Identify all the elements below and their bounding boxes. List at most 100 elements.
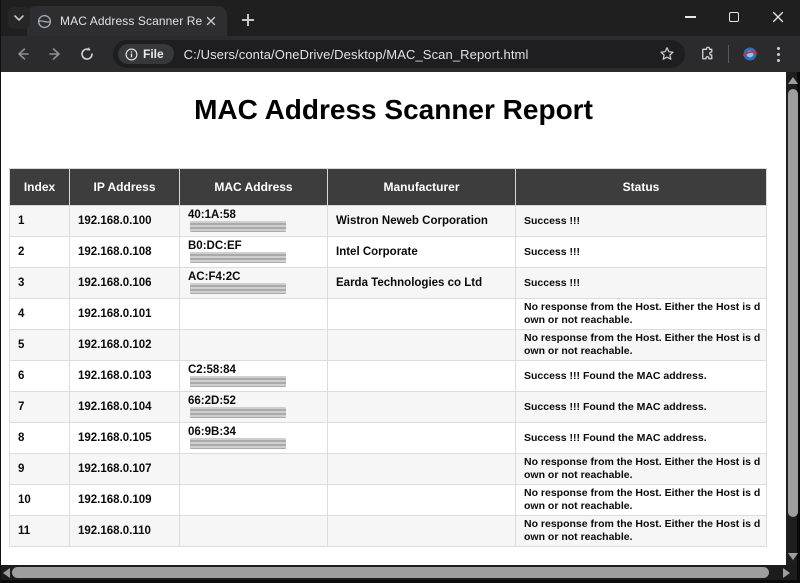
mac-redaction-bar [190, 252, 286, 263]
toolbar-separator [728, 45, 729, 63]
cell-ip-address: 192.168.0.105 [70, 423, 180, 454]
vertical-scrollbar-thumb[interactable] [788, 89, 798, 517]
table-row: 9 192.168.0.107 No response from the Hos… [10, 454, 767, 485]
cell-mac-address: 40:1A:58 [180, 206, 328, 237]
forward-button[interactable] [41, 40, 69, 68]
reload-icon [79, 46, 95, 62]
new-tab-button[interactable] [235, 7, 261, 33]
cell-mac-address [180, 516, 328, 547]
forward-arrow-icon [47, 46, 63, 62]
mac-prefix: 40:1A:58 [188, 209, 236, 221]
extensions-button[interactable] [693, 40, 721, 68]
cell-ip-address: 192.168.0.101 [70, 299, 180, 330]
cell-mac-address [180, 330, 328, 361]
cell-ip-address: 192.168.0.106 [70, 268, 180, 299]
info-icon [125, 48, 138, 61]
extension-avatar-button[interactable] [736, 40, 764, 68]
cell-status: Success !!! [516, 206, 767, 237]
cell-mac-address: C2:58:84 [180, 361, 328, 392]
horizontal-scrollbar-thumb[interactable] [12, 567, 769, 578]
toolbar-right-cluster [693, 40, 792, 68]
globe-favicon-icon [37, 14, 52, 29]
reload-button[interactable] [73, 40, 101, 68]
scroll-up-arrow-icon[interactable] [788, 77, 798, 84]
browser-tab[interactable]: MAC Address Scanner Report [27, 6, 227, 36]
cell-index: 2 [10, 237, 70, 268]
table-row: 11 192.168.0.110 No response from the Ho… [10, 516, 767, 547]
mac-prefix: 06:9B:34 [188, 426, 236, 438]
cell-manufacturer [328, 485, 516, 516]
tab-search-button[interactable] [8, 7, 30, 29]
vertical-scrollbar[interactable] [786, 72, 800, 565]
table-row: 10 192.168.0.109 No response from the Ho… [10, 485, 767, 516]
cell-index: 10 [10, 485, 70, 516]
minimize-button[interactable] [668, 0, 712, 34]
scroll-left-arrow-icon[interactable] [3, 568, 10, 578]
puzzle-icon [699, 46, 716, 63]
cell-mac-address [180, 299, 328, 330]
close-icon [772, 11, 784, 23]
minimize-icon [685, 16, 696, 18]
cell-manufacturer [328, 423, 516, 454]
mac-redaction-bar [190, 438, 286, 449]
site-info-chip[interactable]: File [118, 44, 174, 64]
cell-ip-address: 192.168.0.102 [70, 330, 180, 361]
cell-status: Success !!! [516, 237, 767, 268]
back-button[interactable] [9, 40, 37, 68]
mac-redaction-bar [190, 283, 286, 294]
column-header: Manufacturer [328, 169, 516, 206]
bookmark-button[interactable] [655, 42, 679, 66]
browser-menu-button[interactable] [764, 40, 792, 68]
tab-title: MAC Address Scanner Report [60, 14, 203, 28]
cell-mac-address: AC:F4:2C [180, 268, 328, 299]
column-header: Status [516, 169, 767, 206]
back-arrow-icon [15, 46, 31, 62]
column-header: MAC Address [180, 169, 328, 206]
maximize-button[interactable] [712, 0, 756, 34]
cell-status: Success !!! Found the MAC address. [516, 361, 767, 392]
cell-status: Success !!! Found the MAC address. [516, 423, 767, 454]
cell-ip-address: 192.168.0.108 [70, 237, 180, 268]
scroll-down-arrow-icon[interactable] [788, 553, 798, 560]
cell-index: 1 [10, 206, 70, 237]
tab-close-icon[interactable] [203, 13, 219, 29]
cell-index: 4 [10, 299, 70, 330]
cell-status: No response from the Host. Either the Ho… [516, 299, 767, 330]
close-button[interactable] [756, 0, 800, 34]
cell-status: No response from the Host. Either the Ho… [516, 516, 767, 547]
table-row: 8 192.168.0.105 06:9B:34 Success !!! Fou… [10, 423, 767, 454]
table-header-row: IndexIP AddressMAC AddressManufacturerSt… [10, 169, 767, 206]
star-icon [659, 46, 675, 62]
cell-manufacturer [328, 330, 516, 361]
cell-status: No response from the Host. Either the Ho… [516, 454, 767, 485]
url-text[interactable]: C:/Users/conta/OneDrive/Desktop/MAC_Scan… [184, 47, 655, 62]
cell-ip-address: 192.168.0.103 [70, 361, 180, 392]
mac-redaction-bar [190, 376, 286, 387]
table-row: 1 192.168.0.100 40:1A:58 Wistron Neweb C… [10, 206, 767, 237]
chevron-down-icon [13, 12, 25, 24]
table-row: 2 192.168.0.108 B0:DC:EF Intel Corporate… [10, 237, 767, 268]
column-header: Index [10, 169, 70, 206]
cell-mac-address: 06:9B:34 [180, 423, 328, 454]
scan-report-table: IndexIP AddressMAC AddressManufacturerSt… [9, 168, 767, 547]
maximize-icon [729, 12, 739, 22]
horizontal-scrollbar[interactable] [1, 565, 800, 580]
table-row: 6 192.168.0.103 C2:58:84 Success !!! Fou… [10, 361, 767, 392]
cell-mac-address [180, 454, 328, 485]
address-bar[interactable]: File C:/Users/conta/OneDrive/Desktop/MAC… [113, 40, 685, 68]
kebab-menu-icon [777, 47, 780, 62]
scroll-right-arrow-icon[interactable] [783, 568, 790, 578]
cell-status: No response from the Host. Either the Ho… [516, 330, 767, 361]
cell-mac-address: B0:DC:EF [180, 237, 328, 268]
cell-manufacturer [328, 454, 516, 485]
table-row: 3 192.168.0.106 AC:F4:2C Earda Technolog… [10, 268, 767, 299]
cell-status: No response from the Host. Either the Ho… [516, 485, 767, 516]
cell-ip-address: 192.168.0.109 [70, 485, 180, 516]
column-header: IP Address [70, 169, 180, 206]
file-scheme-label: File [143, 47, 164, 61]
cell-manufacturer [328, 361, 516, 392]
window-controls [668, 0, 800, 34]
table-row: 5 192.168.0.102 No response from the Hos… [10, 330, 767, 361]
cell-ip-address: 192.168.0.107 [70, 454, 180, 485]
cell-index: 7 [10, 392, 70, 423]
